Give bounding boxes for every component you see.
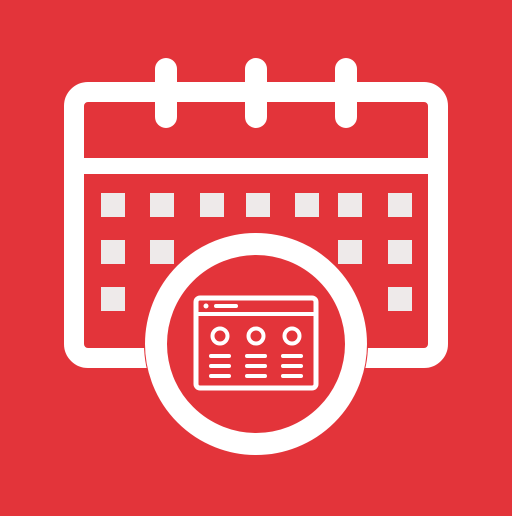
browser-text-line xyxy=(209,364,231,368)
binder-ring xyxy=(245,58,267,128)
browser-text-line xyxy=(281,364,303,368)
calendar-day-cell xyxy=(101,240,125,264)
browser-text-line xyxy=(245,364,267,368)
calendar-day-cell xyxy=(246,193,270,217)
calendar-day-cell xyxy=(338,240,362,264)
calendar-app-icon xyxy=(0,0,512,512)
browser-text-line xyxy=(209,374,231,378)
calendar-day-cell xyxy=(388,287,412,311)
browser-text-line xyxy=(281,354,303,358)
browser-text-line xyxy=(209,354,231,358)
calendar-day-cell xyxy=(388,240,412,264)
binder-ring xyxy=(155,58,177,128)
calendar-day-cell xyxy=(101,193,125,217)
binder-ring xyxy=(335,58,357,128)
calendar-day-cell xyxy=(150,193,174,217)
browser-text-line xyxy=(245,354,267,358)
magnifier-badge xyxy=(144,232,368,456)
calendar-header-divider xyxy=(74,158,438,174)
calendar-day-cell xyxy=(200,193,224,217)
browser-titlebar-bar xyxy=(214,304,238,308)
browser-text-line xyxy=(245,374,267,378)
app-icon xyxy=(0,0,512,512)
browser-titlebar-dot xyxy=(203,303,209,309)
calendar-day-cell xyxy=(388,193,412,217)
calendar-day-cell xyxy=(150,240,174,264)
browser-text-line xyxy=(281,374,303,378)
calendar-day-cell xyxy=(338,193,362,217)
calendar-day-cell xyxy=(101,287,125,311)
calendar-day-cell xyxy=(295,193,319,217)
